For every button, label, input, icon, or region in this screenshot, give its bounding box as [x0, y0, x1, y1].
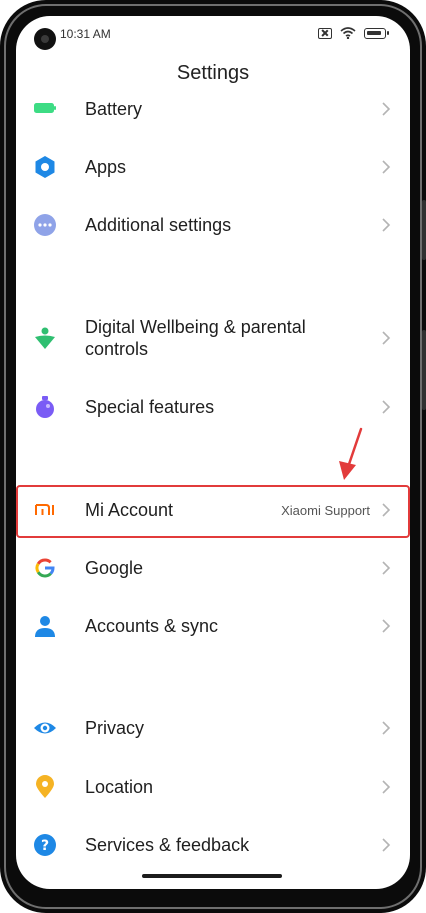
- settings-item-privacy[interactable]: Privacy: [16, 716, 410, 740]
- power-button: [422, 330, 426, 410]
- settings-item-label: Apps: [85, 157, 127, 177]
- settings-item-additional-settings[interactable]: Additional settings: [16, 213, 410, 237]
- settings-item-location[interactable]: Location: [16, 775, 410, 799]
- chevron-right-icon: [378, 101, 394, 117]
- settings-item-label: Battery: [85, 99, 143, 119]
- location-pin-icon: [33, 775, 57, 799]
- battery-icon: [33, 97, 57, 121]
- chevron-right-icon: [378, 720, 394, 736]
- chevron-right-icon: [378, 217, 394, 233]
- highlight-box: [16, 485, 410, 538]
- settings-item-label: Additional settings: [85, 215, 232, 235]
- wellbeing-icon: [33, 326, 57, 350]
- volume-button: [422, 200, 426, 260]
- special-features-icon: [33, 395, 57, 419]
- more-dots-icon: [33, 213, 57, 237]
- settings-item-special-features[interactable]: Special features: [16, 395, 410, 419]
- settings-item-apps[interactable]: Apps: [16, 155, 410, 179]
- svg-text:?: ?: [41, 838, 49, 854]
- chevron-right-icon: [378, 560, 394, 576]
- wifi-icon: [340, 27, 356, 39]
- settings-item-label: Google: [85, 558, 144, 578]
- chevron-right-icon: [378, 330, 394, 346]
- settings-item-label: Services & feedback: [85, 835, 250, 855]
- sim-slot-icon: [318, 27, 332, 39]
- chevron-right-icon: [378, 399, 394, 415]
- settings-item-digital-wellbeing[interactable]: Digital Wellbeing & parental controls: [16, 314, 410, 362]
- settings-item-services-feedback[interactable]: ? Services & feedback: [16, 833, 410, 857]
- battery-icon: [364, 27, 389, 39]
- eye-icon: [33, 716, 57, 740]
- status-icons: [318, 27, 389, 39]
- status-time: 10:31 AM: [60, 27, 111, 41]
- page-title: Settings: [176, 62, 250, 84]
- home-indicator[interactable]: [142, 874, 282, 878]
- chevron-right-icon: [378, 779, 394, 795]
- settings-item-accounts-sync[interactable]: Accounts & sync: [16, 614, 410, 638]
- settings-item-label: Location: [85, 777, 154, 797]
- gear-icon: [33, 155, 57, 179]
- settings-item-label: Special features: [85, 397, 215, 417]
- settings-item-label: Digital Wellbeing & parental controls: [85, 317, 306, 359]
- chevron-right-icon: [378, 618, 394, 634]
- pointer-arrow-icon: [339, 427, 363, 480]
- settings-item-label: Accounts & sync: [85, 616, 219, 636]
- settings-item-google[interactable]: Google: [16, 556, 410, 580]
- status-bar: 10:31 AM: [16, 16, 410, 52]
- chevron-right-icon: [378, 837, 394, 853]
- person-icon: [33, 614, 57, 638]
- front-camera: [34, 28, 56, 50]
- chevron-right-icon: [378, 159, 394, 175]
- settings-item-label: Privacy: [85, 718, 145, 738]
- settings-item-battery[interactable]: Battery: [16, 96, 410, 122]
- help-icon: ?: [33, 833, 57, 857]
- google-g-icon: [33, 556, 57, 580]
